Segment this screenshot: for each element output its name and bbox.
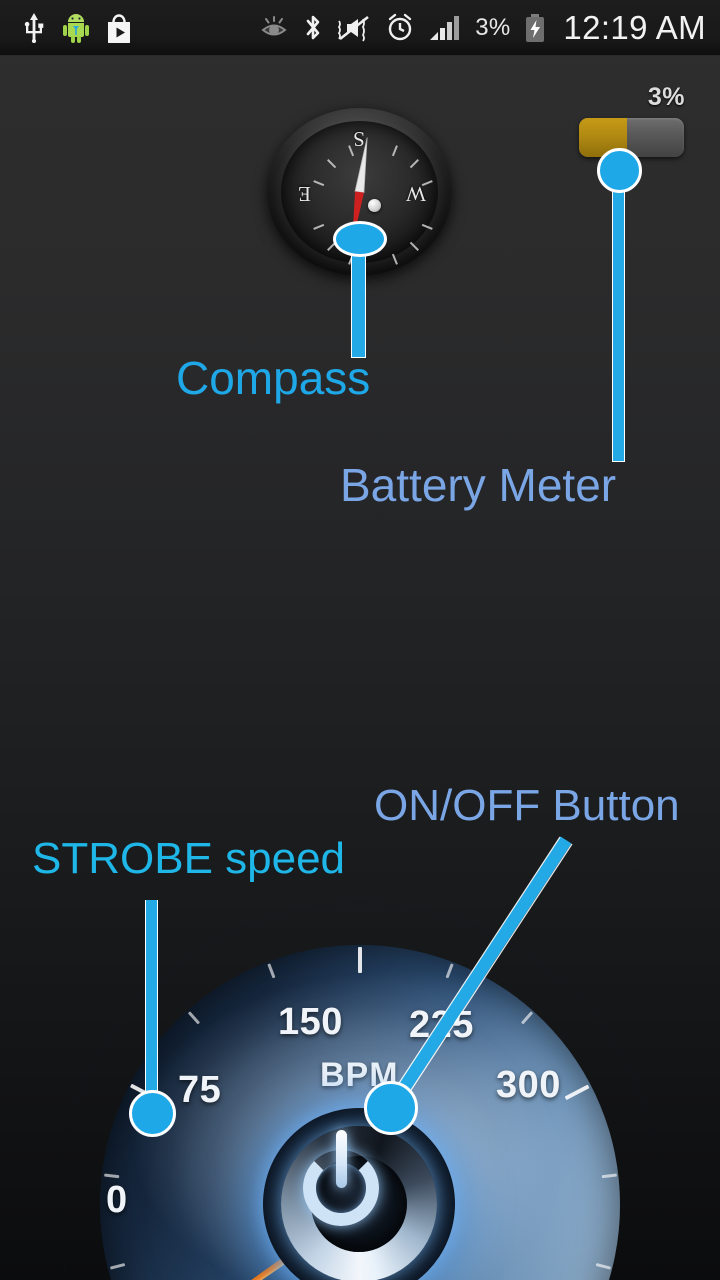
callout-line-on-off-button bbox=[385, 836, 573, 1111]
callout-dot-strobe-speed[interactable] bbox=[129, 1090, 176, 1137]
status-bar[interactable]: 3% 12:19 AM bbox=[0, 0, 720, 56]
status-clock: 12:19 AM bbox=[563, 9, 706, 46]
sound-vibrate-off-icon bbox=[338, 15, 370, 41]
app-screen: 3% 12:19 AM S W N E bbox=[0, 0, 720, 1280]
status-bar-left-icons bbox=[22, 0, 132, 55]
callout-line-strobe-speed bbox=[145, 900, 158, 1105]
play-store-icon bbox=[108, 13, 130, 43]
callout-dot-on-off-button[interactable] bbox=[364, 1081, 418, 1135]
status-battery-percent: 3% bbox=[475, 13, 511, 41]
usb-icon bbox=[24, 12, 44, 43]
battery-charging-icon bbox=[526, 13, 545, 42]
alarm-clock-icon bbox=[389, 13, 412, 40]
status-bar-right-icons: 3% 12:19 AM bbox=[259, 0, 706, 55]
callout-label-on-off-button: ON/OFF Button bbox=[374, 781, 680, 830]
signal-bars-icon bbox=[430, 15, 460, 40]
bluetooth-icon bbox=[306, 15, 320, 39]
callout-label-strobe-speed: STROBE speed bbox=[32, 834, 346, 883]
smart-stay-eye-icon bbox=[261, 15, 287, 35]
android-robot-icon bbox=[63, 13, 89, 43]
annotation-overlay: Compass Battery Meter ON/OFF Button STRO… bbox=[0, 0, 720, 1280]
